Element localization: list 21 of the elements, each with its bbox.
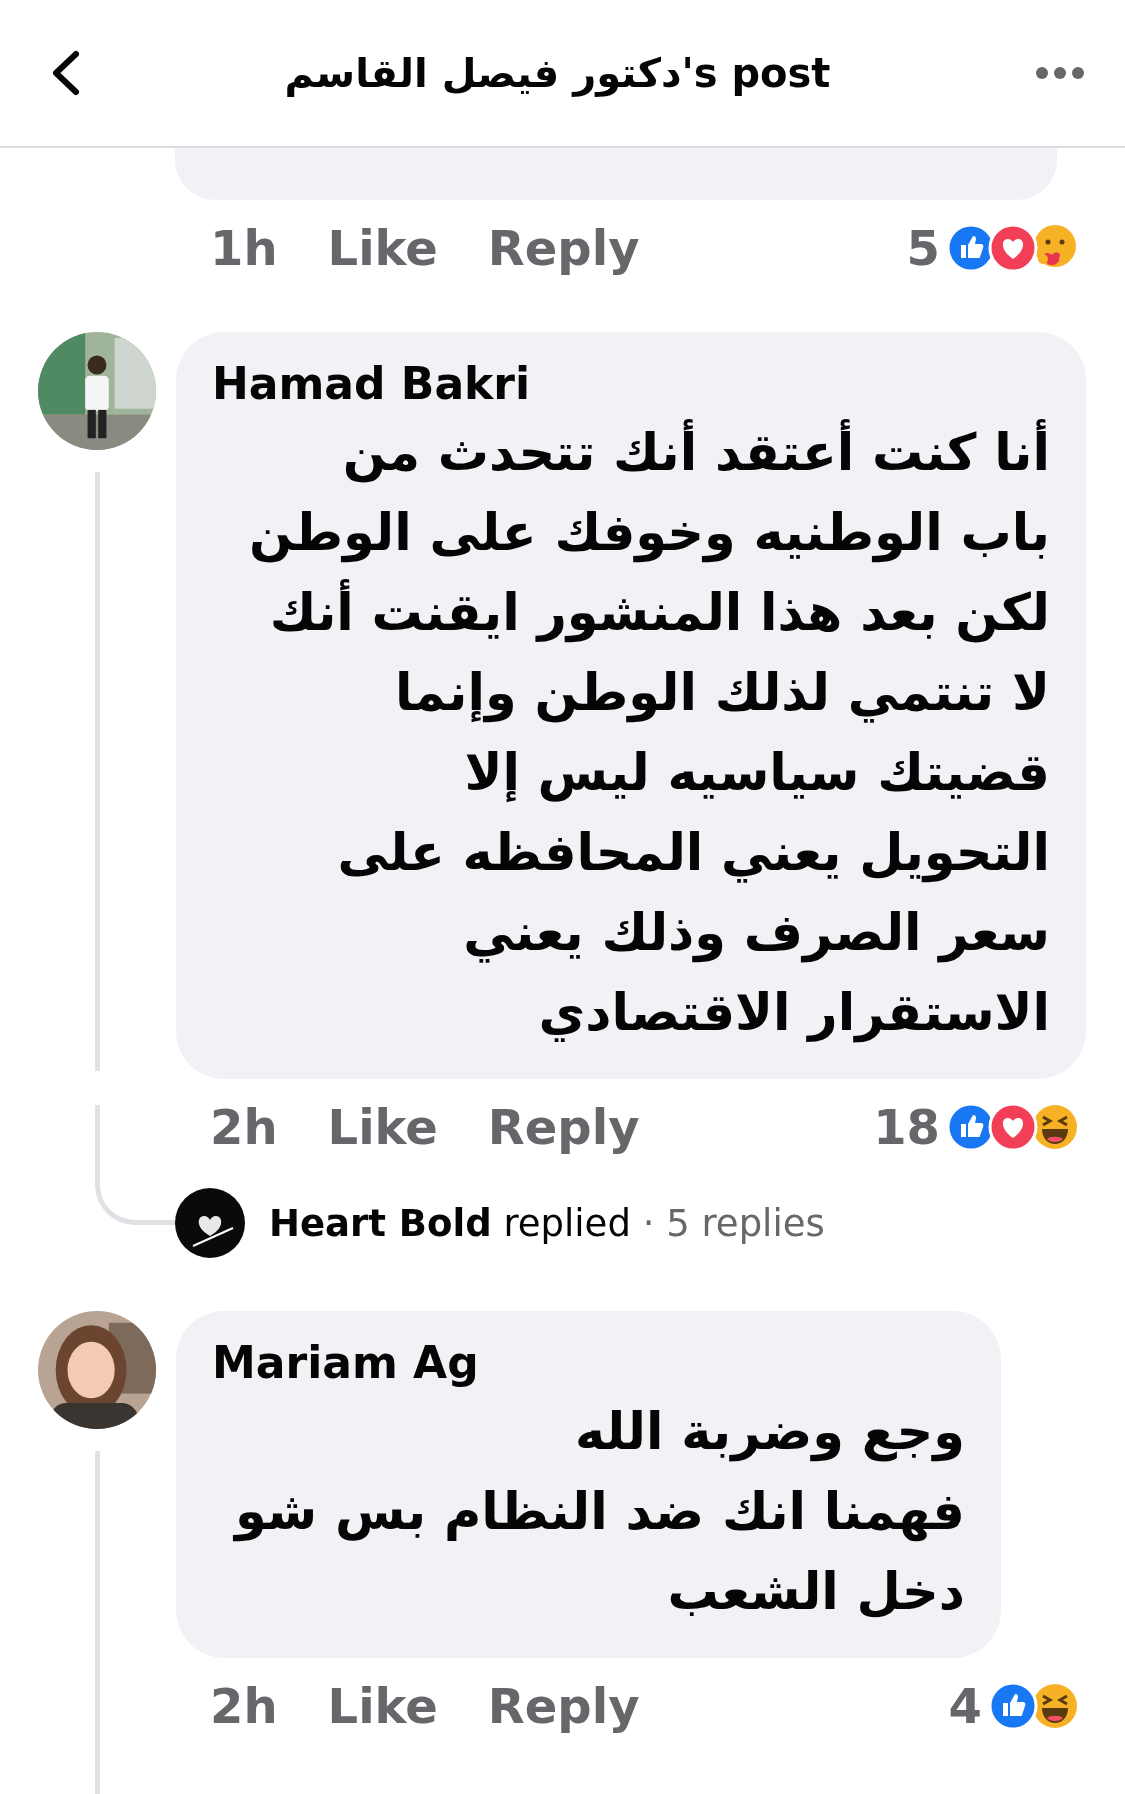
more-icon[interactable] [1035, 66, 1085, 80]
comment-time: 2h [210, 1099, 278, 1155]
comment-author[interactable]: Mariam Ag [212, 1337, 965, 1388]
page-title: دكتور فيصل القاسم's post [284, 50, 831, 96]
reaction-count: 4 [948, 1678, 982, 1734]
reply-link[interactable]: Reply [487, 1099, 640, 1155]
reply-link[interactable]: Reply [487, 220, 640, 276]
comment-author[interactable]: Hamad Bakri [212, 358, 1050, 409]
back-icon[interactable] [50, 50, 80, 96]
comment-text: وجع وضربة الله فهمنا انك ضد النظام بس شو دخل الشعب [232, 1401, 965, 1623]
comment-time: 2h [210, 1678, 278, 1734]
reaction-count: 5 [906, 220, 940, 276]
like-link[interactable]: Like [327, 1678, 438, 1734]
like-link[interactable]: Like [327, 220, 438, 276]
comment-time: 1h [210, 220, 278, 276]
reaction-count: 18 [873, 1099, 940, 1155]
reply-link[interactable]: Reply [487, 1678, 640, 1734]
replies-link[interactable]: Heart Bold replied · 5 replies [269, 1201, 825, 1245]
like-icon [988, 1681, 1038, 1731]
comment-text: أنا كنت أعتقد أنك تتحدث من باب الوطنيه وخوفك على الوطن لكن بعد هذا المنشور ايقنت أنك لا تنتمي لذلك الوطن وإنما قضيتك سياسيه ليس إلا التحويل يعني المحافظه على سعر الصرف وذلك يعني الاستقرار الاقتصادي [212, 413, 1050, 1053]
like-link[interactable]: Like [327, 1099, 438, 1155]
